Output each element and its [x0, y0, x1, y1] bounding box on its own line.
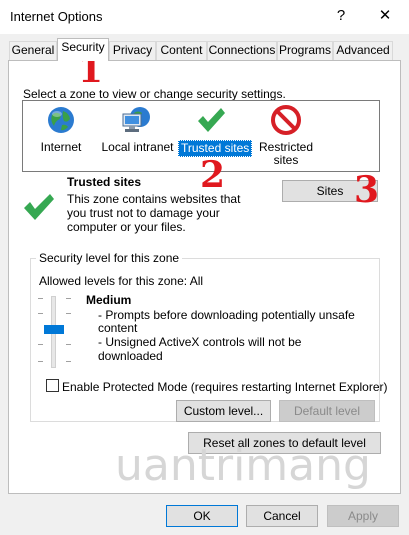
security-level-group-label: Security level for this zone: [36, 251, 183, 265]
slider-tick: [38, 344, 43, 345]
zone-restricted-sites-label[interactable]: Restricted sites: [256, 141, 316, 167]
cancel-button[interactable]: Cancel: [246, 505, 318, 527]
allowed-levels-text: Allowed levels for this zone: All: [39, 274, 204, 288]
tab-general[interactable]: General: [9, 41, 57, 60]
slider-tick: [38, 298, 43, 299]
close-button[interactable]: ✕: [370, 5, 400, 27]
help-button[interactable]: ?: [326, 5, 356, 27]
security-level-name: Medium: [86, 293, 132, 307]
zone-trusted-sites[interactable]: [196, 106, 226, 137]
protected-mode-checkbox[interactable]: [46, 379, 59, 392]
tab-connections[interactable]: Connections: [207, 41, 277, 60]
selected-zone-description: This zone contains websites that you tru…: [67, 192, 241, 234]
zone-internet[interactable]: [46, 105, 76, 138]
apply-button[interactable]: Apply: [327, 505, 399, 527]
level-point: - Unsigned ActiveX controls will not be …: [98, 335, 302, 363]
slider-tick: [38, 361, 43, 362]
tab-content[interactable]: Content: [156, 41, 207, 60]
protected-mode-label[interactable]: Enable Protected Mode (requires restarti…: [62, 380, 388, 394]
selected-zone-icon: [22, 192, 56, 225]
custom-level-button[interactable]: Custom level...: [176, 400, 271, 422]
watermark: uantrimang: [115, 440, 371, 491]
slider-tick: [66, 361, 71, 362]
zone-internet-label[interactable]: Internet: [30, 141, 92, 154]
zone-prompt: Select a zone to view or change security…: [23, 87, 286, 101]
slider-tick: [66, 298, 71, 299]
annotation-3: 3: [354, 169, 380, 211]
annotation-2: 2: [200, 154, 226, 196]
network-icon: [120, 107, 152, 138]
slider-thumb[interactable]: [44, 325, 64, 334]
level-point: - Prompts before downloading potentially…: [98, 308, 355, 335]
tab-privacy[interactable]: Privacy: [109, 41, 156, 60]
tab-advanced[interactable]: Advanced: [333, 41, 393, 60]
checkmark-icon: [22, 194, 56, 225]
zone-local-intranet[interactable]: [120, 105, 152, 138]
ok-button[interactable]: OK: [166, 505, 238, 527]
slider-tick: [38, 313, 43, 314]
window-title: Internet Options: [10, 9, 103, 24]
globe-icon: [46, 107, 76, 138]
zone-local-intranet-label[interactable]: Local intranet: [100, 141, 175, 154]
tab-security[interactable]: Security: [57, 38, 109, 61]
zone-restricted-sites[interactable]: [271, 105, 301, 138]
default-level-button[interactable]: Default level: [279, 400, 375, 422]
prohibited-icon: [271, 105, 301, 138]
tab-programs[interactable]: Programs: [277, 41, 333, 60]
selected-zone-title: Trusted sites: [67, 175, 142, 189]
slider-tick: [66, 344, 71, 345]
slider-tick: [66, 313, 71, 314]
checkmark-icon: [196, 108, 226, 137]
